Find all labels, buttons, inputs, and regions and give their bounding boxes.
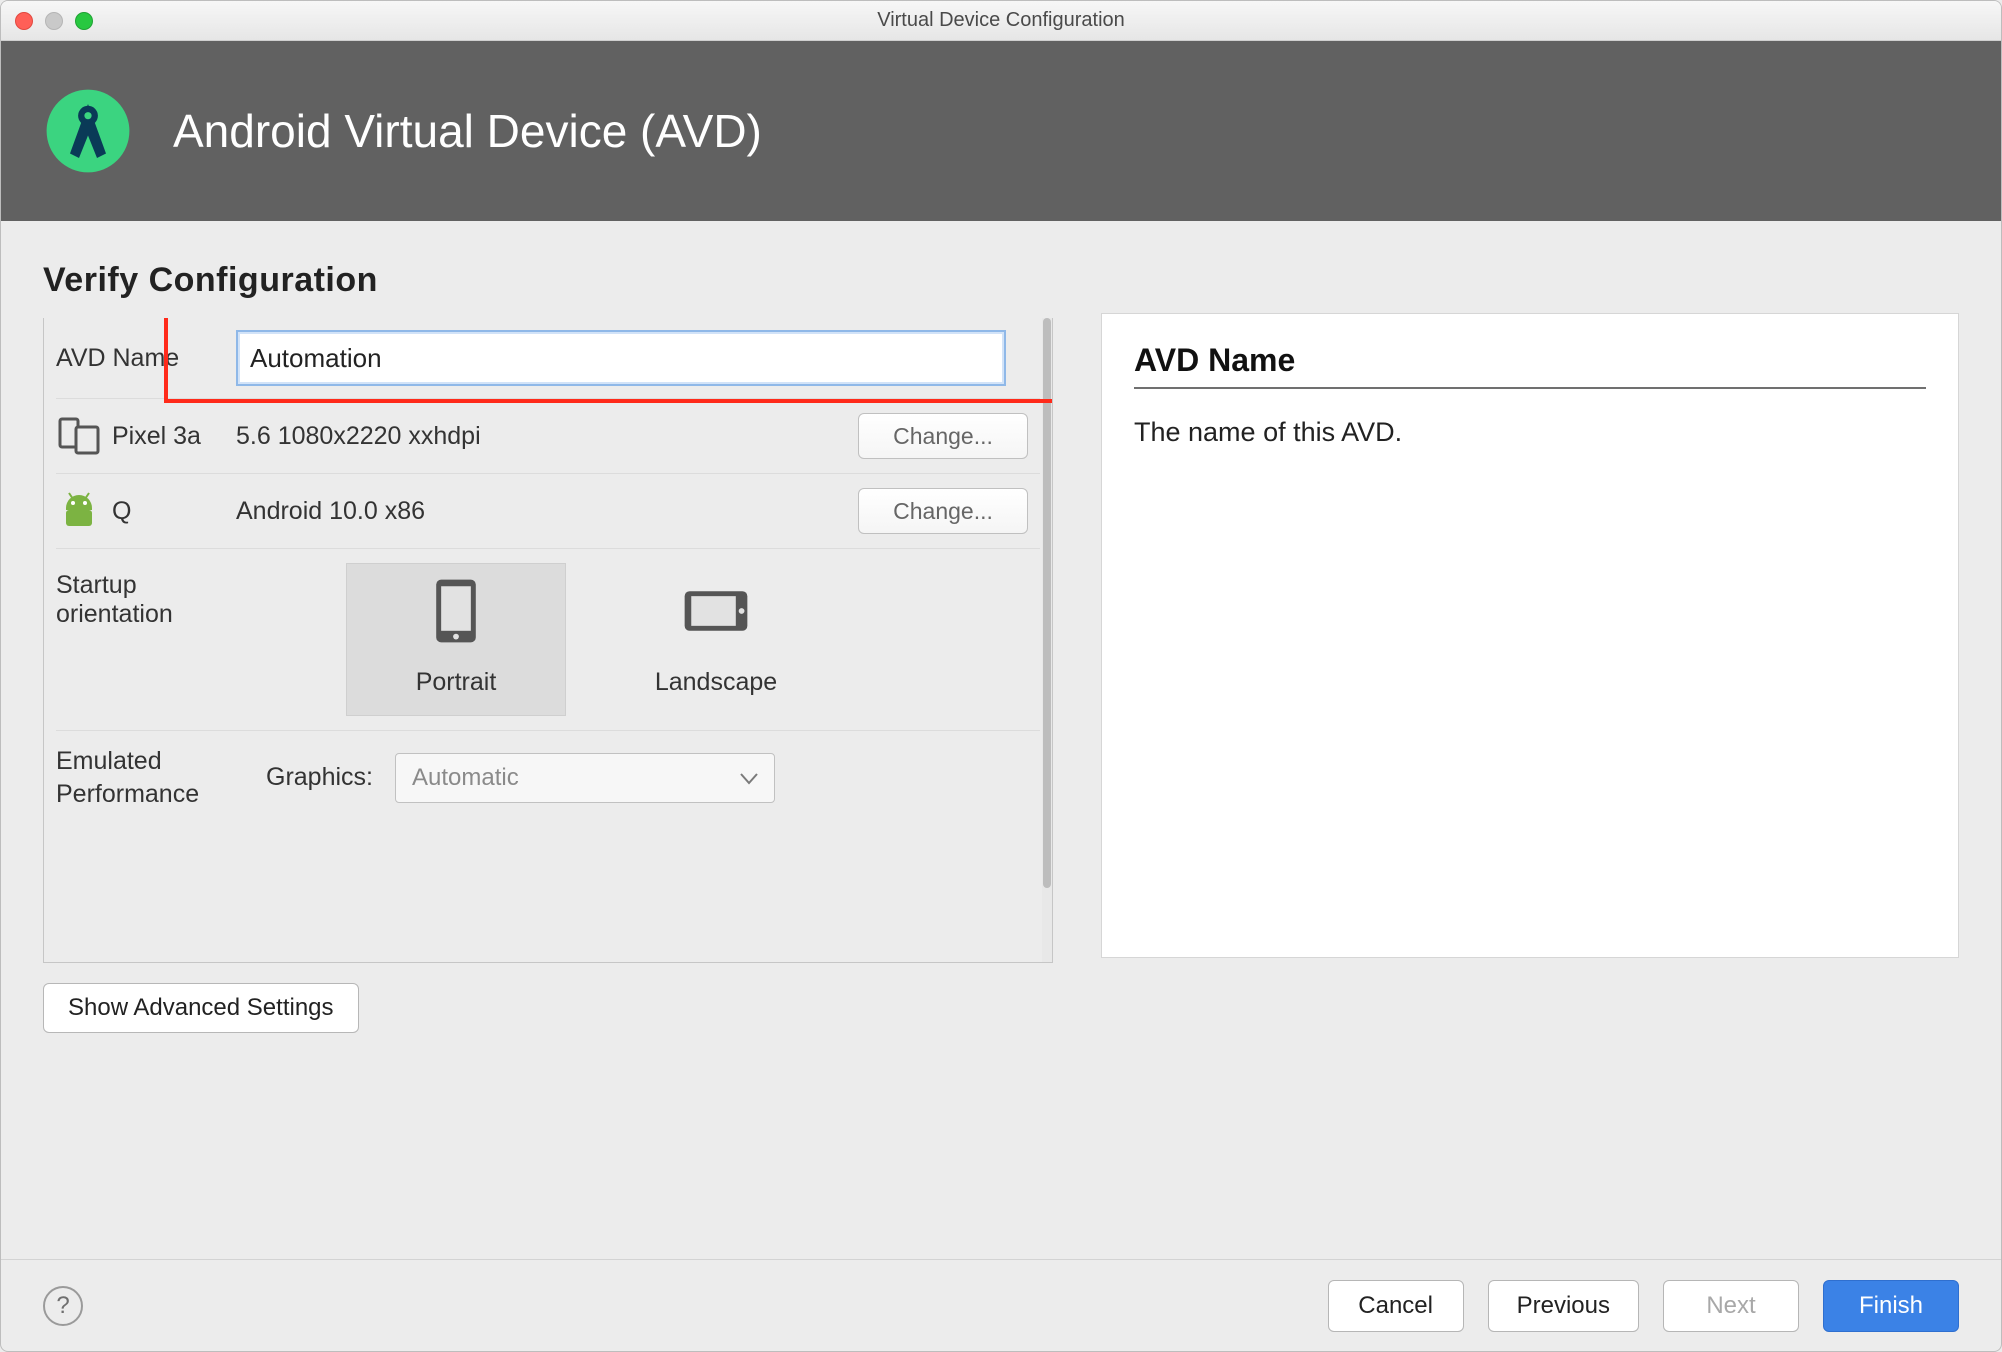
- maximize-window-button[interactable]: [75, 12, 93, 30]
- performance-row: EmulatedPerformance Graphics: Automatic: [56, 730, 1040, 824]
- info-panel: AVD Name The name of this AVD.: [1101, 313, 1959, 958]
- config-column: Verify Configuration AVD Name: [43, 261, 1053, 1259]
- device-spec: 5.6 1080x2220 xxhdpi: [236, 422, 636, 451]
- scrollbar-thumb[interactable]: [1043, 318, 1051, 888]
- dialog-footer: ? Cancel Previous Next Finish: [1, 1259, 2001, 1351]
- system-image-spec: Android 10.0 x86: [236, 497, 636, 526]
- avd-name-label: AVD Name: [56, 344, 179, 373]
- portrait-icon: [421, 576, 491, 646]
- orientation-portrait-label: Portrait: [416, 668, 497, 697]
- help-button[interactable]: ?: [43, 1286, 83, 1326]
- config-panel: AVD Name Pixel 3a: [43, 318, 1053, 963]
- minimize-window-button[interactable]: [45, 12, 63, 30]
- show-advanced-settings-button[interactable]: Show Advanced Settings: [43, 983, 359, 1033]
- info-title: AVD Name: [1134, 342, 1926, 379]
- device-row: Pixel 3a 5.6 1080x2220 xxhdpi Change...: [56, 398, 1040, 473]
- dialog-body: Verify Configuration AVD Name: [1, 221, 2001, 1259]
- window-title: Virtual Device Configuration: [1, 9, 2001, 32]
- close-window-button[interactable]: [15, 12, 33, 30]
- change-system-image-button[interactable]: Change...: [858, 488, 1028, 534]
- orientation-label: Startup orientation: [56, 571, 236, 629]
- info-divider: [1134, 387, 1926, 389]
- section-title: Verify Configuration: [43, 261, 1053, 300]
- system-image-row: Q Android 10.0 x86 Change...: [56, 473, 1040, 548]
- system-image-name: Q: [112, 497, 131, 526]
- graphics-select-value: Automatic: [412, 764, 519, 792]
- change-device-button[interactable]: Change...: [858, 413, 1028, 459]
- avd-name-input[interactable]: [236, 330, 1006, 386]
- chevron-down-icon: [740, 764, 758, 792]
- finish-button[interactable]: Finish: [1823, 1280, 1959, 1332]
- orientation-landscape-tile[interactable]: Landscape: [606, 563, 826, 716]
- help-icon: ?: [56, 1292, 69, 1320]
- info-body: The name of this AVD.: [1134, 417, 1926, 448]
- device-name: Pixel 3a: [112, 422, 201, 451]
- previous-button[interactable]: Previous: [1488, 1280, 1639, 1332]
- header-title: Android Virtual Device (AVD): [173, 104, 762, 158]
- orientation-row: Startup orientation P: [56, 548, 1040, 730]
- titlebar: Virtual Device Configuration: [1, 1, 2001, 41]
- dialog-window: Virtual Device Configuration Android Vir…: [0, 0, 2002, 1352]
- cancel-button[interactable]: Cancel: [1328, 1280, 1464, 1332]
- avd-name-row: AVD Name: [44, 318, 1052, 398]
- header-banner: Android Virtual Device (AVD): [1, 41, 2001, 221]
- next-button[interactable]: Next: [1663, 1280, 1799, 1332]
- window-controls: [15, 12, 93, 30]
- android-studio-icon: [43, 86, 133, 176]
- android-icon: [56, 488, 102, 534]
- orientation-landscape-label: Landscape: [655, 668, 777, 697]
- device-icon: [56, 413, 102, 459]
- orientation-portrait-tile[interactable]: Portrait: [346, 563, 566, 716]
- graphics-label: Graphics:: [266, 761, 373, 794]
- performance-label: EmulatedPerformance: [56, 745, 199, 810]
- landscape-icon: [681, 576, 751, 646]
- graphics-select[interactable]: Automatic: [395, 753, 775, 803]
- scrollbar[interactable]: [1042, 318, 1052, 962]
